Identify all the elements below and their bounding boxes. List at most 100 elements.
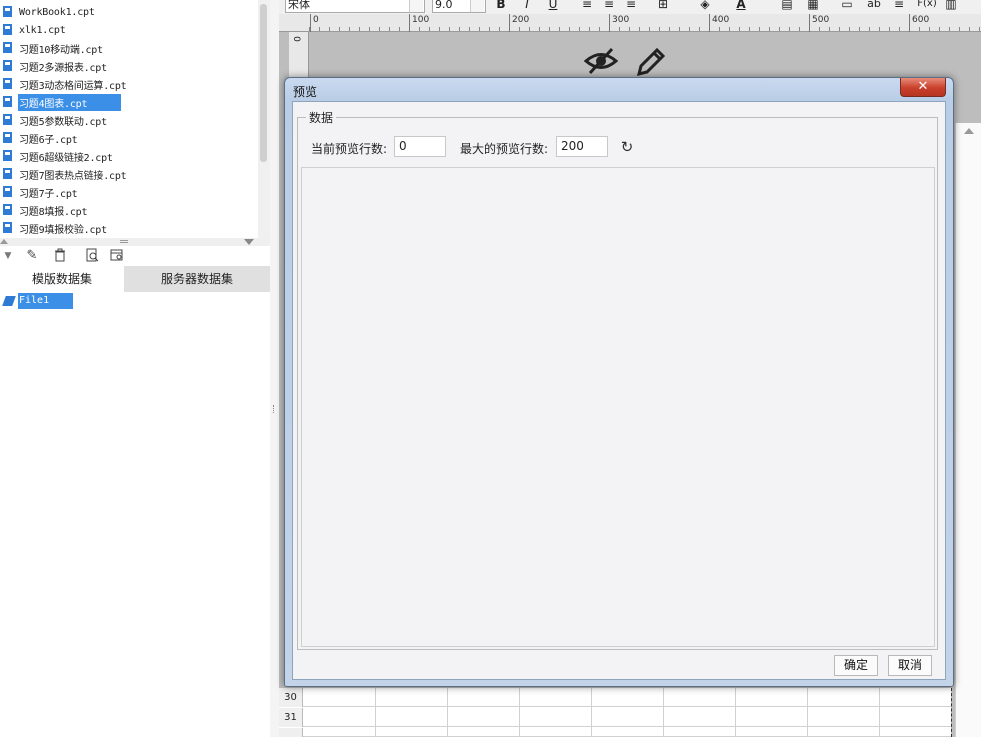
file-list-item[interactable]: 习题6超级链接2.cpt <box>0 147 250 165</box>
grid-column-line <box>591 688 592 737</box>
row-number[interactable]: 30 <box>279 688 303 707</box>
close-button[interactable]: ✕ <box>900 78 946 97</box>
file-list-item-label: 习题4图表.cpt <box>18 93 121 111</box>
file-list-item[interactable]: 习题7图表热点链接.cpt <box>0 165 250 183</box>
dataset-properties-icon[interactable] <box>109 248 125 264</box>
template-file-list: WorkBook1.cpt xlk1.cpt 习题10移动端.cpt 习题2多源报表.… <box>0 0 258 238</box>
eye-slash-icon[interactable] <box>583 46 619 78</box>
cancel-button[interactable]: 取消 <box>888 655 932 676</box>
paragraph-icon[interactable]: ≡ <box>891 0 907 12</box>
left-panel: WorkBook1.cpt xlk1.cpt 习题10移动端.cpt 习题2多源报表.… <box>0 0 270 737</box>
row-number[interactable]: 31 <box>279 708 303 727</box>
file-list-item-label: 习题7子.cpt <box>19 188 78 200</box>
underline-button[interactable]: U <box>545 0 561 12</box>
file-list-scrollbar[interactable] <box>258 0 270 238</box>
cpt-file-icon <box>2 95 14 109</box>
max-rows-label: 最大的预览行数: <box>460 142 549 156</box>
file-list-item-label: xlk1.cpt <box>19 24 66 36</box>
file-list-item[interactable]: 习题6子.cpt <box>0 129 250 147</box>
file-list-item-label: 习题5参数联动.cpt <box>19 116 107 128</box>
collapse-up-icon[interactable] <box>0 239 8 244</box>
font-family-value: 宋体 <box>288 0 310 11</box>
align-right-icon[interactable]: ≡ <box>623 0 639 12</box>
preview-data-icon[interactable] <box>84 248 100 264</box>
file-list-item[interactable]: 习题3动态格间运算.cpt <box>0 75 250 93</box>
file-list-item[interactable]: 习题7子.cpt <box>0 183 250 201</box>
dataset-icon <box>2 294 18 308</box>
expand-up-icon[interactable] <box>964 128 974 134</box>
ruler-corner <box>279 14 309 32</box>
cpt-file-icon <box>2 77 14 91</box>
border-icon[interactable]: ⊞ <box>655 0 671 12</box>
dropdown-arrow-icon[interactable]: ▼ <box>0 248 16 264</box>
align-center-icon[interactable]: ≡ <box>601 0 617 12</box>
merge-cells-icon[interactable]: ▤ <box>779 0 795 12</box>
grid-column-line <box>807 688 808 737</box>
file-list-item-label: WorkBook1.cpt <box>19 6 95 18</box>
dataset-item-file1[interactable]: File1 <box>0 292 80 310</box>
file-list-item-label: 习题3动态格间运算.cpt <box>19 80 127 92</box>
cpt-file-icon <box>2 203 14 217</box>
file-list-item[interactable]: 习题10移动端.cpt <box>0 39 250 57</box>
preview-dialog: 预览 ✕ 数据 当前预览行数: 0 最大的预览行数: 200 ↻ 确定 取消 <box>284 77 954 687</box>
vertical-splitter[interactable] <box>270 0 279 737</box>
tab-server-dataset[interactable]: 服务器数据集 <box>124 266 270 292</box>
splitter-grip-icon[interactable] <box>120 240 128 243</box>
horizontal-ruler: 0 100 200 300 400 500 600 <box>309 14 981 32</box>
file-list-item-label: 习题2多源报表.cpt <box>19 62 107 74</box>
file-list-item-label: 习题10移动端.cpt <box>19 44 103 56</box>
grid-row <box>279 728 951 737</box>
file-list-item[interactable]: 习题4图表.cpt <box>0 93 250 111</box>
grid-column-line <box>447 688 448 737</box>
bold-button[interactable]: B <box>493 0 509 12</box>
font-size-select[interactable]: 9.0 <box>432 0 486 13</box>
font-size-value: 9.0 <box>435 0 453 11</box>
align-left-icon[interactable]: ≡ <box>579 0 595 12</box>
cpt-file-icon <box>2 59 14 73</box>
wrap-icon[interactable]: ▭ <box>839 0 855 12</box>
dialog-body: 数据 当前预览行数: 0 最大的预览行数: 200 ↻ 确定 取消 <box>292 101 946 680</box>
columns-icon[interactable]: ▥ <box>943 0 959 12</box>
file-list-item[interactable]: 习题5参数联动.cpt <box>0 111 250 129</box>
chevron-down-icon[interactable] <box>409 0 423 12</box>
file-list-item[interactable]: xlk1.cpt <box>0 21 250 39</box>
cpt-file-icon <box>2 113 14 127</box>
grid-row: 31 <box>279 708 951 727</box>
file-list-item-label: 习题7图表热点链接.cpt <box>19 170 127 182</box>
row-number[interactable] <box>279 728 303 737</box>
splitter-grip-icon[interactable] <box>273 405 275 413</box>
collapse-down-icon[interactable] <box>244 239 254 245</box>
current-rows-input[interactable]: 0 <box>394 136 446 157</box>
dataset-tabs: 模版数据集 服务器数据集 <box>0 266 270 292</box>
chevron-down-icon[interactable] <box>470 0 484 12</box>
unmerge-cells-icon[interactable]: ▦ <box>805 0 821 12</box>
file-list-item[interactable]: WorkBook1.cpt <box>0 3 250 21</box>
cpt-file-icon <box>2 41 14 55</box>
cpt-file-icon <box>2 149 14 163</box>
file-list-item[interactable]: 习题9填报校验.cpt <box>0 219 250 237</box>
side-property-strip <box>955 123 981 737</box>
file-list-item[interactable]: 习题8填报.cpt <box>0 201 250 219</box>
refresh-icon[interactable]: ↻ <box>618 138 636 156</box>
italic-button[interactable]: I <box>519 0 535 12</box>
delete-icon[interactable] <box>52 248 68 264</box>
ok-button[interactable]: 确定 <box>834 655 878 676</box>
panel-splitter[interactable] <box>0 238 270 246</box>
pencil-icon[interactable] <box>633 46 669 78</box>
grid-column-line <box>663 688 664 737</box>
dataset-item-label: File1 <box>18 293 73 309</box>
font-color-button[interactable]: A <box>733 0 749 12</box>
font-family-select[interactable]: 宋体 <box>285 0 425 13</box>
cpt-file-icon <box>2 23 14 37</box>
edit-icon[interactable]: ✎ <box>24 248 40 264</box>
formula-button[interactable]: F(x) <box>915 0 939 12</box>
grid-column-line <box>375 688 376 737</box>
file-list-item[interactable]: 习题2多源报表.cpt <box>0 57 250 75</box>
grid-column-line <box>519 688 520 737</box>
fill-color-icon[interactable]: ◈ <box>697 0 713 12</box>
max-rows-input[interactable]: 200 <box>556 136 608 157</box>
spreadsheet-grid[interactable]: 30 31 <box>279 688 951 737</box>
scrollbar-thumb[interactable] <box>260 4 267 162</box>
tab-template-dataset[interactable]: 模版数据集 <box>0 266 124 292</box>
text-button[interactable]: ab <box>863 0 885 12</box>
